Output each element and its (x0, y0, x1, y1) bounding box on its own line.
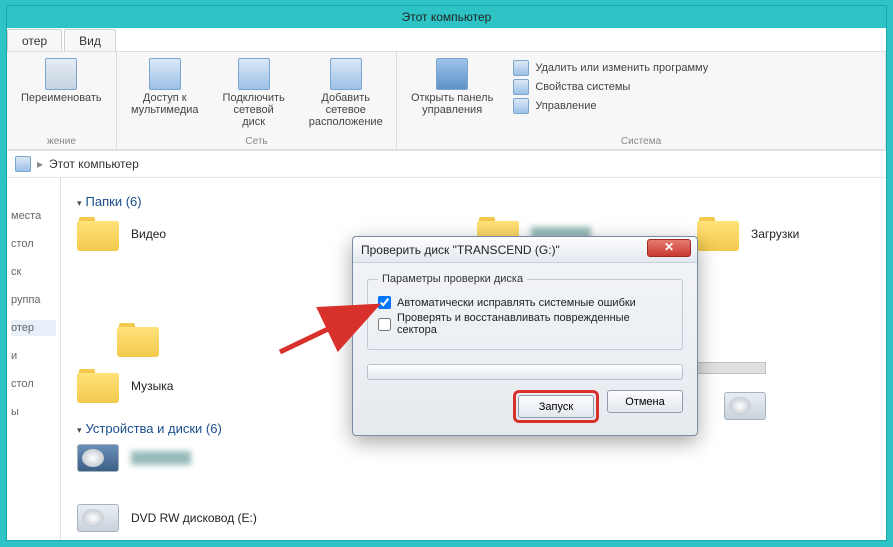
ribbon: Переименовать жение Доступ к мультимедиа… (7, 52, 886, 150)
computer-icon (15, 156, 31, 172)
disk-check-options: Параметры проверки диска Автоматически и… (367, 273, 683, 350)
auto-fix-checkbox[interactable] (378, 296, 391, 309)
chevron-right-icon: ▸ (37, 157, 43, 171)
hdd-icon (724, 392, 766, 420)
folder-video[interactable]: Видео (77, 217, 237, 251)
start-button[interactable]: Запуск (518, 395, 594, 418)
tab-computer-partial[interactable]: отер (7, 29, 62, 51)
drive-dvd[interactable]: DVD RW дисковод (E:) (77, 504, 257, 532)
rename-icon (45, 58, 77, 90)
control-panel-icon (436, 58, 468, 90)
checkdisk-dialog: Проверить диск "TRANSCEND (G:)" ✕ Параме… (352, 236, 698, 436)
window-titlebar: Этот компьютер (7, 6, 886, 28)
dialog-title: Проверить диск "TRANSCEND (G:)" (361, 243, 560, 257)
progress-bar (367, 364, 683, 380)
nav-item[interactable]: стол (11, 236, 56, 252)
folder-downloads[interactable]: Загрузки (697, 217, 857, 251)
ribbon-group-network: Сеть (127, 134, 386, 147)
nav-item[interactable]: стол (11, 376, 56, 392)
ribbon-group-label: жение (17, 134, 106, 147)
window-title: Этот компьютер (402, 10, 492, 24)
uninstall-icon (513, 60, 529, 76)
options-group-label: Параметры проверки диска (378, 273, 527, 285)
add-netlocation-button[interactable]: Добавить сетевое расположение (305, 56, 387, 134)
nav-item[interactable]: места (11, 208, 56, 224)
folder-generic[interactable] (117, 323, 277, 357)
nav-item[interactable]: и (11, 348, 56, 364)
system-properties-button[interactable]: Свойства системы (513, 79, 708, 95)
folder-music[interactable]: Музыка (77, 369, 237, 403)
media-icon (149, 58, 181, 90)
map-netdrive-button[interactable]: Подключить сетевой диск (219, 56, 289, 134)
netlocation-icon (330, 58, 362, 90)
nav-item[interactable]: руппа (11, 292, 56, 308)
close-button[interactable]: ✕ (647, 239, 691, 257)
media-access-button[interactable]: Доступ к мультимедиа (127, 56, 203, 134)
cancel-button[interactable]: Отмена (607, 390, 683, 413)
tab-view[interactable]: Вид (64, 29, 116, 51)
netdrive-icon (238, 58, 270, 90)
nav-item[interactable]: ск (11, 264, 56, 280)
addressbar[interactable]: ▸ Этот компьютер (7, 150, 886, 178)
folders-heading[interactable]: ▾Папки (6) (77, 194, 870, 209)
rename-button[interactable]: Переименовать (17, 56, 106, 134)
option-scan-sectors[interactable]: Проверять и восстанавливать поврежденные… (378, 312, 672, 336)
option-auto-fix[interactable]: Автоматически исправлять системные ошибк… (378, 296, 672, 309)
nav-pane[interactable]: места стол ск руппа отер и стол ы (7, 178, 61, 540)
manage-button[interactable]: Управление (513, 98, 708, 114)
control-panel-button[interactable]: Открыть панель управления (407, 56, 497, 134)
drive-blurred[interactable] (77, 444, 237, 472)
nav-item[interactable]: ы (11, 404, 56, 420)
annotation-highlight: Запуск (513, 390, 599, 423)
manage-icon (513, 98, 529, 114)
scan-sectors-checkbox[interactable] (378, 318, 391, 331)
dvd-icon (77, 504, 119, 532)
collapse-icon[interactable]: ▾ (77, 425, 82, 435)
ribbon-group-system: Система (407, 134, 875, 147)
ribbon-tabstrip: отер Вид (7, 28, 886, 52)
dialog-titlebar[interactable]: Проверить диск "TRANSCEND (G:)" ✕ (353, 237, 697, 263)
close-icon: ✕ (664, 240, 674, 254)
uninstall-programs-button[interactable]: Удалить или изменить программу (513, 60, 708, 76)
sysprops-icon (513, 79, 529, 95)
breadcrumb-root[interactable]: Этот компьютер (49, 157, 139, 171)
collapse-icon[interactable]: ▾ (77, 198, 82, 208)
nav-item[interactable]: отер (11, 320, 56, 336)
